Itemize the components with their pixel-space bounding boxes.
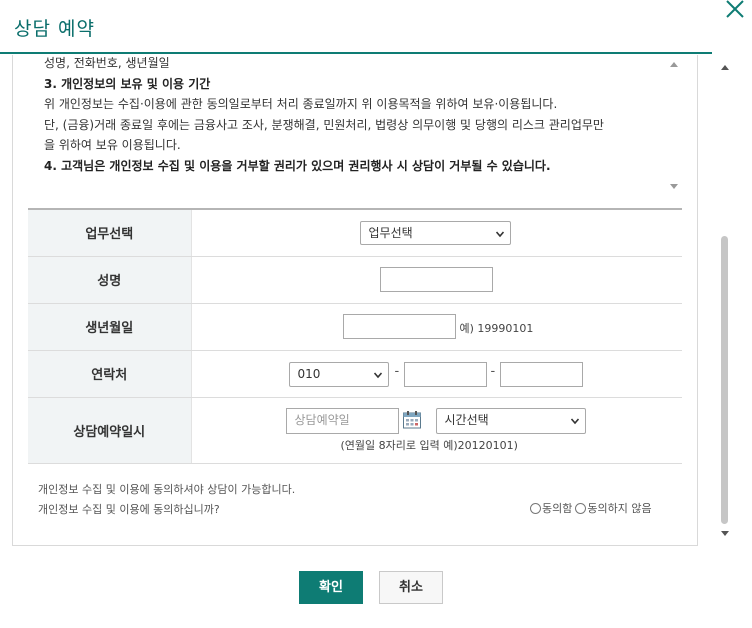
phone-middle-input[interactable]	[403, 361, 487, 387]
terms-line: 4. 고객님은 개인정보 수집 및 이용을 거부할 권리가 있으며 권리행사 시…	[44, 158, 551, 173]
time-select[interactable]: 시간선택	[435, 407, 586, 434]
consent-notice: 개인정보 수집 및 이용에 동의하셔야 상담이 가능합니다.	[38, 483, 296, 496]
calendar-icon[interactable]	[402, 410, 422, 430]
terms-line: 3. 개인정보의 보유 및 이용 기간	[44, 76, 211, 91]
birth-label: 생년월일	[28, 303, 192, 351]
radio-disagree[interactable]	[575, 503, 587, 514]
terms-scrollbar[interactable]	[668, 58, 680, 202]
reservation-date-input[interactable]: 상담예약일	[285, 407, 399, 434]
scroll-up-icon[interactable]	[721, 65, 729, 70]
reservation-form: 업무선택 업무선택 성명 생년월일 예) 19990101 연락처 010 -	[28, 208, 682, 464]
disagree-label: 동의하지 않음	[587, 502, 652, 515]
scroll-down-icon[interactable]	[721, 531, 729, 536]
terms-line: 성명, 전화번호, 생년월일	[44, 56, 170, 70]
phone-prefix-select[interactable]: 010	[288, 361, 389, 387]
scroll-down-icon[interactable]	[670, 184, 678, 189]
agree-label: 동의함	[542, 502, 573, 515]
birth-hint: 예) 19990101	[459, 321, 534, 335]
consent-agree-option[interactable]: 동의함	[530, 500, 572, 516]
confirm-button[interactable]: 확인	[299, 571, 363, 604]
phone-last-input[interactable]	[499, 361, 583, 387]
phone-dash: -	[394, 363, 400, 379]
reservation-hint: (연월일 8자리로 입력 예)20120101)	[340, 438, 518, 452]
cancel-button[interactable]: 취소	[379, 571, 443, 604]
phone-label: 연락처	[28, 350, 192, 398]
business-select-value: 업무선택	[368, 226, 413, 240]
title-divider	[0, 52, 712, 54]
birth-input[interactable]	[342, 313, 456, 339]
terms-line: 을 위하여 보유 이용됩니다.	[44, 138, 181, 152]
radio-agree[interactable]	[530, 503, 541, 514]
time-select-value: 시간선택	[444, 412, 489, 427]
reservation-label: 상담예약일시	[28, 397, 192, 464]
consent-question: 개인정보 수집 및 이용에 동의하십니까?	[38, 503, 220, 516]
terms-line: 위 개인정보는 수집·이용에 관한 동의일로부터 처리 종료일까지 위 이용목적…	[44, 97, 558, 111]
business-label: 업무선택	[28, 208, 192, 257]
scroll-thumb[interactable]	[721, 236, 728, 524]
consent-radio-group: 동의함 동의하지 않음	[530, 500, 652, 516]
scroll-up-icon[interactable]	[670, 62, 678, 67]
chevron-down-icon	[495, 231, 504, 238]
chevron-down-icon	[570, 417, 579, 424]
consent-disagree-option[interactable]: 동의하지 않음	[575, 500, 652, 516]
phone-prefix-value: 010	[297, 366, 321, 381]
name-input[interactable]	[379, 266, 493, 292]
name-label: 성명	[28, 256, 192, 304]
business-select[interactable]: 업무선택	[359, 221, 511, 245]
close-icon[interactable]	[724, 0, 746, 20]
chevron-down-icon	[373, 371, 382, 378]
dialog-title: 상담 예약	[14, 18, 95, 40]
phone-dash: -	[490, 363, 496, 379]
dialog-scrollbar[interactable]	[718, 60, 732, 540]
terms-box: 성명, 전화번호, 생년월일 3. 개인정보의 보유 및 이용 기간 위 개인정…	[28, 55, 682, 201]
terms-line: 단, (금융)거래 종료일 후에는 금융사고 조사, 분쟁해결, 민원처리, 법…	[44, 117, 604, 132]
